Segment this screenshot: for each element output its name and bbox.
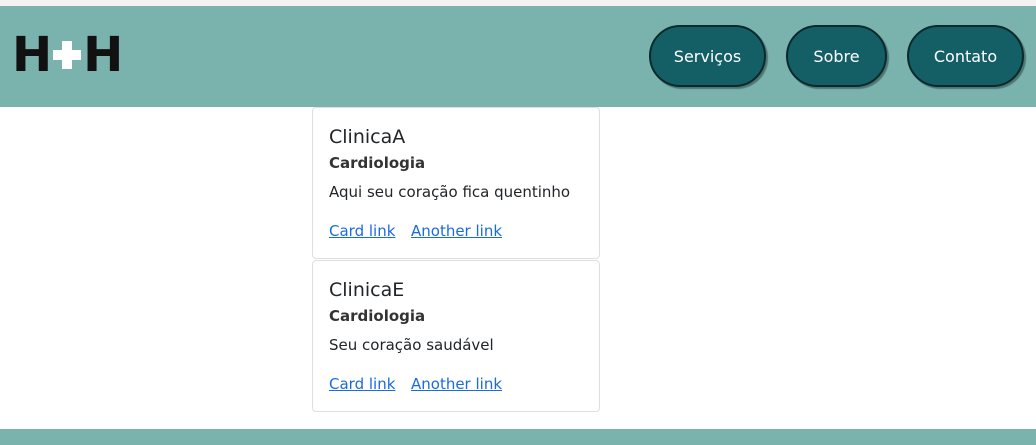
nav-button-sobre[interactable]: Sobre <box>786 25 887 87</box>
card-link[interactable]: Card link <box>329 375 395 393</box>
plus-icon <box>52 40 82 70</box>
clinic-card: ClinicaE Cardiologia Seu coração saudáve… <box>312 260 600 412</box>
card-title: ClinicaE <box>329 279 405 301</box>
another-link[interactable]: Another link <box>411 222 502 240</box>
card-subtitle: Cardiologia <box>329 307 426 325</box>
logo-letter-left: H <box>12 27 52 83</box>
card-text: Aqui seu coração fica quentinho <box>329 183 571 201</box>
clinic-card: ClinicaA Cardiologia Aqui seu coração fi… <box>312 107 600 259</box>
card-title: ClinicaA <box>329 126 406 148</box>
card-subtitle: Cardiologia <box>329 154 426 172</box>
card-link[interactable]: Card link <box>329 222 395 240</box>
footer-bar <box>0 429 1036 445</box>
site-logo[interactable]: H H <box>12 27 123 83</box>
site-header: H H Serviços Sobre Contato <box>0 6 1036 107</box>
nav-button-contato[interactable]: Contato <box>907 25 1024 87</box>
nav-button-servicos[interactable]: Serviços <box>649 25 766 87</box>
logo-letter-right: H <box>83 27 123 83</box>
another-link[interactable]: Another link <box>411 375 502 393</box>
card-text: Seu coração saudável <box>329 336 494 354</box>
